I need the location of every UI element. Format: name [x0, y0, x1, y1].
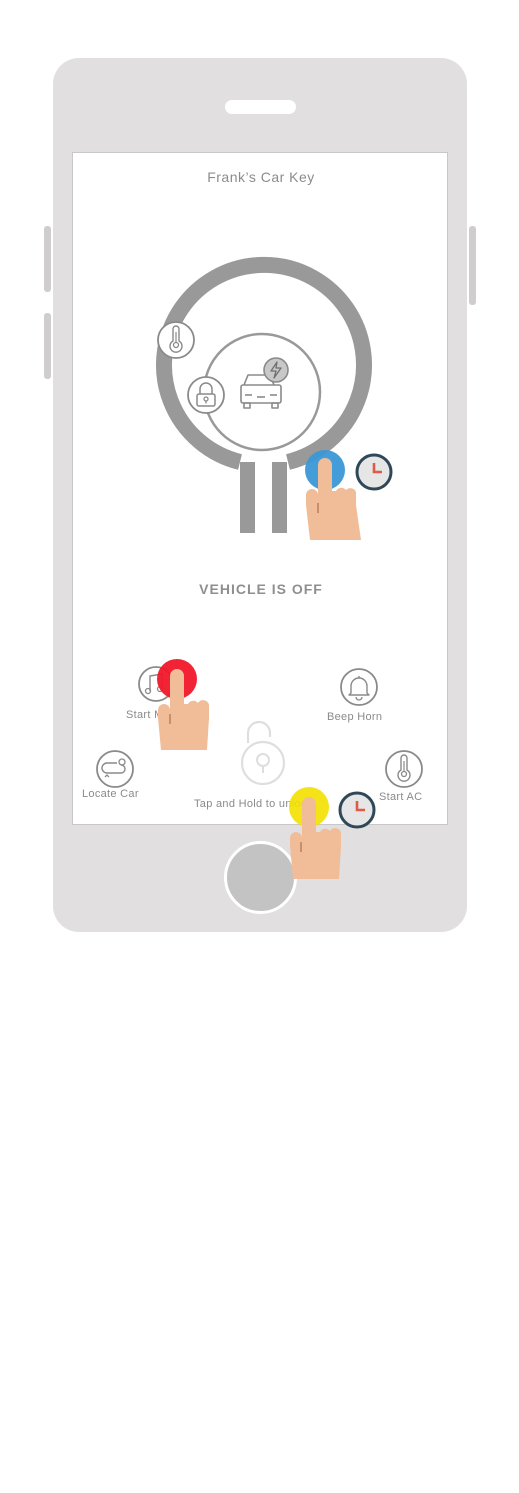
volume-button [44, 313, 51, 379]
lock-icon[interactable] [186, 375, 226, 415]
power-side-button [469, 226, 476, 305]
thermometer-icon[interactable] [156, 320, 196, 360]
thermometer-icon[interactable] [384, 749, 424, 789]
charging-icon[interactable] [262, 356, 290, 384]
timer-icon [338, 791, 376, 829]
app-screen: Frank’s Car Key VEHICLE IS OFF Start M B… [72, 152, 448, 825]
locate-car-label: Locate Car [82, 788, 139, 800]
power-bar-left [240, 462, 255, 533]
timer-icon [355, 453, 393, 491]
start-ac-label: Start AC [379, 791, 423, 803]
hand-pointer-icon [157, 659, 209, 750]
unlock-icon[interactable] [237, 715, 287, 786]
power-bar-right [272, 462, 287, 533]
vehicle-status: VEHICLE IS OFF [199, 581, 323, 597]
beep-horn-label: Beep Horn [327, 711, 383, 723]
location-icon[interactable] [95, 749, 135, 789]
mute-switch [44, 226, 51, 292]
ignition-control[interactable] [73, 153, 448, 573]
bell-icon[interactable] [339, 667, 379, 707]
earpiece-speaker [225, 100, 296, 114]
